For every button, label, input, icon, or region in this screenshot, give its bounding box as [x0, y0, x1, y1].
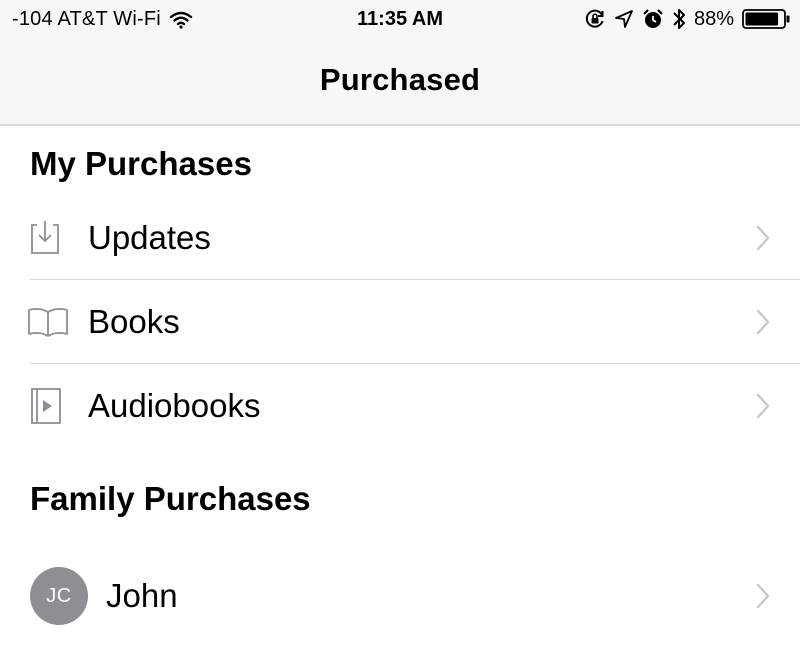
battery-icon — [742, 9, 790, 29]
chevron-right-icon — [756, 583, 770, 609]
chevron-right-icon — [756, 393, 770, 419]
section-header-family-purchases: Family Purchases — [30, 480, 311, 517]
download-tray-icon — [31, 221, 59, 254]
alarm-icon — [643, 9, 663, 28]
family-member-name: John — [106, 577, 178, 614]
audiobook-icon — [31, 388, 61, 424]
navigation-bar: Purchased — [0, 40, 800, 126]
status-right: 88% — [576, 7, 790, 31]
bluetooth-icon — [673, 9, 685, 29]
orientation-lock-icon — [585, 9, 604, 28]
chevron-right-icon — [756, 225, 770, 251]
avatar: JC — [30, 567, 88, 625]
open-book-icon — [28, 307, 68, 337]
chevron-right-icon — [756, 309, 770, 335]
section-header-my-purchases: My Purchases — [30, 145, 252, 182]
list-item-books[interactable]: Books — [0, 280, 800, 364]
family-member-john[interactable]: JC John — [0, 554, 800, 638]
list-item-label: Audiobooks — [88, 387, 261, 424]
location-icon — [615, 10, 633, 28]
list-item-label: Updates — [88, 219, 211, 256]
list-item-label: Books — [88, 303, 180, 340]
list-item-audiobooks[interactable]: Audiobooks — [0, 364, 800, 448]
page-title: Purchased — [319, 62, 481, 97]
battery-percent: 88% — [693, 7, 734, 30]
status-bar: -104 AT&T Wi-Fi 11:35 AM 88% — [0, 0, 800, 40]
list-item-updates[interactable]: Updates — [0, 196, 800, 280]
